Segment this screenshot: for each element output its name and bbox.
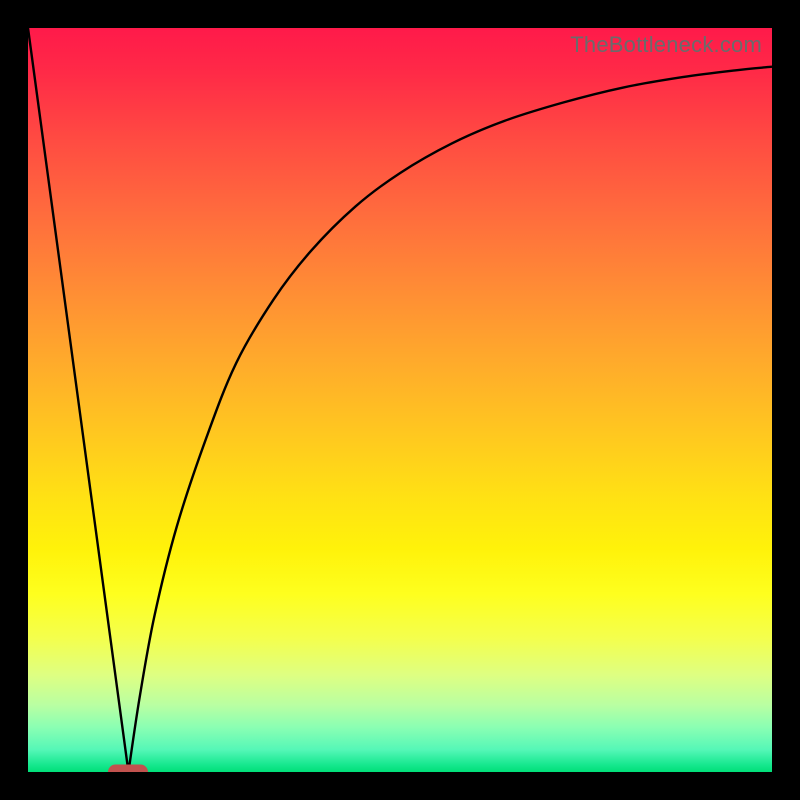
plot-area: TheBottleneck.com (28, 28, 772, 772)
bottleneck-curve (28, 28, 772, 772)
chart-frame: TheBottleneck.com (0, 0, 800, 800)
optimal-point-marker (108, 765, 148, 773)
curve-layer (28, 28, 772, 772)
